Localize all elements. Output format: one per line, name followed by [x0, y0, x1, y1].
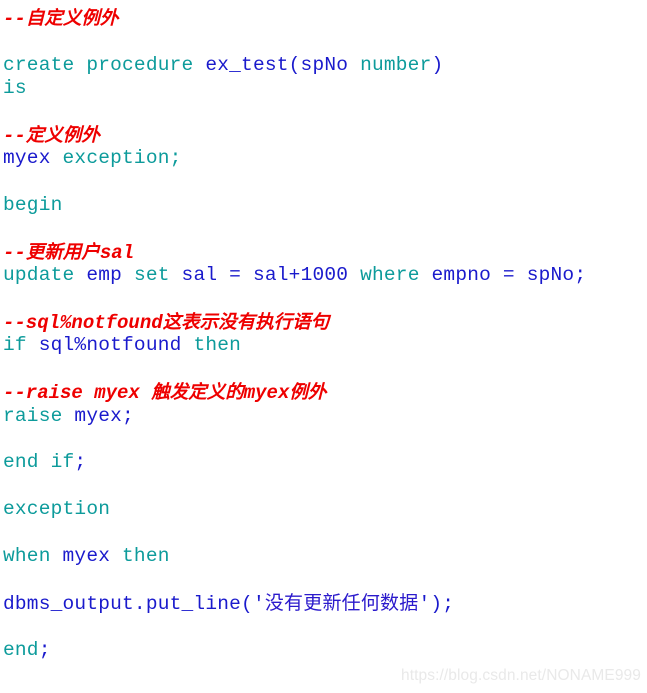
code-comment-line: --自定义例外	[3, 7, 647, 30]
sql-keyword: exception;	[50, 147, 182, 170]
sql-keyword: create procedure	[3, 53, 206, 76]
comment-token: --	[3, 241, 26, 264]
sql-keyword: end	[3, 638, 39, 661]
code-line: raise myex;	[3, 405, 647, 428]
code-line: when myex then	[3, 545, 647, 568]
comment-token: --	[3, 124, 26, 147]
code-comment-line: --raise myex 触发定义的myex例外	[3, 381, 647, 404]
comment-token: 这表示没有执行语句	[162, 312, 330, 334]
code-block: --自定义例外 create procedure ex_test(spNo nu…	[0, 0, 647, 662]
code-comment-line: --更新用户sal	[3, 241, 647, 264]
code-comment-line: --sql%notfound这表示没有执行语句	[3, 311, 647, 334]
code-line: create procedure ex_test(spNo number)	[3, 54, 647, 77]
code-line: if sql%notfound then	[3, 334, 647, 357]
code-line: end if;	[3, 451, 647, 474]
code-line: exception	[3, 498, 647, 521]
sql-keyword: is	[3, 77, 27, 100]
sql-keyword: then	[122, 544, 170, 567]
code-line: end;	[3, 639, 647, 662]
code-line: is	[3, 77, 647, 100]
comment-token: 更新用户	[25, 241, 100, 263]
sql-identifier: myex;	[62, 404, 134, 427]
sql-identifier: )	[431, 53, 444, 76]
sql-keyword: then	[193, 334, 242, 357]
sql-keyword: begin	[3, 194, 63, 217]
sql-identifier: sal = sal+1000	[169, 264, 361, 287]
sql-identifier: dbms_output.put_line('	[3, 592, 265, 615]
sql-identifier: myex	[50, 544, 123, 567]
code-comment-line: --定义例外	[3, 124, 647, 147]
string-cjk-text: 没有更新任何数据	[264, 591, 419, 614]
code-line: dbms_output.put_line('没有更新任何数据');	[3, 592, 647, 615]
sql-identifier: empno = spNo;	[419, 264, 587, 287]
sql-identifier: ');	[418, 592, 455, 615]
code-line: update emp set sal = sal+1000 where empn…	[3, 264, 647, 287]
code-line: begin	[3, 194, 647, 217]
sql-keyword: number	[348, 53, 432, 76]
comment-token: --raise myex	[3, 382, 152, 405]
csdn-watermark: https://blog.csdn.net/NONAME999	[400, 667, 641, 684]
comment-token: myex	[243, 382, 290, 405]
sql-keyword: exception	[3, 498, 111, 521]
sql-identifier: ex_test(spNo	[205, 53, 349, 76]
comment-token: --	[3, 8, 26, 30]
sql-keyword: where	[360, 264, 420, 287]
sql-keyword: if	[3, 334, 27, 357]
comment-token: 自定义例外	[25, 8, 119, 29]
sql-identifier: myex	[3, 147, 51, 170]
sql-identifier: ;	[74, 451, 87, 474]
sql-keyword: raise	[3, 404, 63, 427]
sql-identifier: ;	[38, 638, 51, 661]
comment-token: sal	[99, 241, 135, 264]
sql-string-literal: 没有更新任何数据	[264, 591, 419, 615]
comment-token: --sql%notfound	[3, 312, 163, 335]
comment-token: 定义例外	[25, 124, 100, 146]
code-line: myex exception;	[3, 147, 647, 170]
sql-keyword: update	[3, 264, 75, 287]
sql-keyword: end if	[3, 451, 75, 474]
sql-identifier: sql%notfound	[26, 334, 194, 357]
comment-token: 例外	[289, 382, 327, 404]
sql-keyword: when	[3, 544, 51, 567]
sql-keyword: set	[133, 264, 170, 287]
comment-token: 触发定义的	[151, 382, 244, 404]
sql-identifier: emp	[74, 264, 134, 287]
